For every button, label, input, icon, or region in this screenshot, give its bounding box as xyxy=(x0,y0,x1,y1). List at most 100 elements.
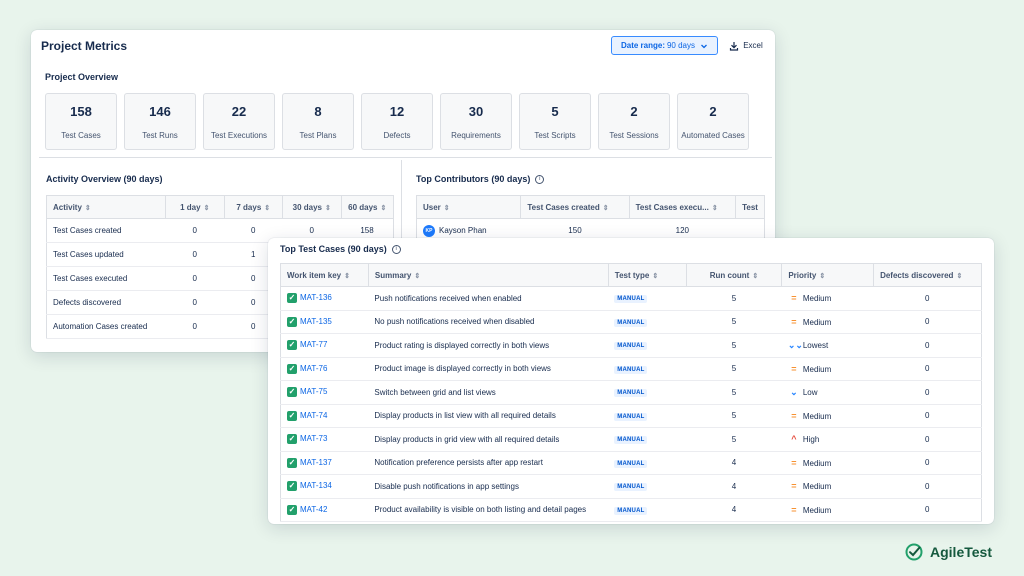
column-header[interactable]: User ⇕ xyxy=(416,195,521,219)
info-icon[interactable]: i xyxy=(391,245,401,255)
column-header[interactable]: Test Cases created ⇕ xyxy=(520,195,630,219)
work-item-key-link[interactable]: MAT-134 xyxy=(300,481,332,490)
column-header-label: 7 days xyxy=(236,202,262,212)
test-case-icon: ✓ xyxy=(287,410,297,421)
column-header-label: Work item key xyxy=(287,270,342,280)
work-item-cell: ✓ MAT-137 xyxy=(280,451,369,475)
test-type-cell: MANUAL xyxy=(608,357,687,381)
summary-cell: Product availability is visible on both … xyxy=(368,498,609,522)
user-name: Kayson Phan xyxy=(439,225,487,235)
metric-card[interactable]: 12 Defects xyxy=(361,93,433,150)
column-header-label: User xyxy=(423,202,441,212)
work-item-key-link[interactable]: MAT-76 xyxy=(300,364,327,373)
column-header-label: Defects discovered xyxy=(880,270,954,280)
avatar: KP xyxy=(423,224,435,237)
table-row[interactable]: ✓ MAT-135 No push notifications received w… xyxy=(280,310,982,334)
metric-card[interactable]: 146 Test Runs xyxy=(124,93,196,150)
column-header[interactable]: Summary ⇕ xyxy=(367,263,609,287)
table-row[interactable]: ✓ MAT-77 Product rating is displayed corre… xyxy=(280,333,982,358)
metric-label: Test Scripts xyxy=(534,130,576,140)
column-header-label: Summary xyxy=(374,270,412,280)
metric-value: 2 xyxy=(709,103,717,119)
metric-card[interactable]: 22 Test Executions xyxy=(203,93,275,150)
metric-card[interactable]: 2 Test Sessions xyxy=(598,93,670,150)
work-item-cell: ✓ MAT-75 xyxy=(280,380,369,405)
metric-card[interactable]: 2 Automated Cases xyxy=(677,93,749,150)
table-row[interactable]: ✓ MAT-74 Display products in list view wit… xyxy=(280,404,982,428)
table-row[interactable]: ✓ MAT-134 Disable push notifications in ap… xyxy=(280,474,982,499)
table-row[interactable]: ✓ MAT-76 Product image is displayed correc… xyxy=(280,357,982,381)
column-header[interactable]: Test Cases execu... ⇕ xyxy=(628,195,736,219)
work-item-key-link[interactable]: MAT-135 xyxy=(300,317,332,326)
column-header[interactable]: 7 days ⇕ xyxy=(223,195,283,219)
metric-value: 2 xyxy=(630,103,638,119)
column-header[interactable]: 60 days ⇕ xyxy=(340,195,394,219)
work-item-key-link[interactable]: MAT-42 xyxy=(300,505,327,514)
column-header[interactable]: Work item key ⇕ xyxy=(280,263,369,287)
work-item-key-link[interactable]: MAT-136 xyxy=(300,293,332,302)
column-header[interactable]: Defects discovered ⇕ xyxy=(873,263,982,287)
work-item-cell: ✓ MAT-73 xyxy=(280,427,369,452)
sort-icon: ⇕ xyxy=(443,204,450,212)
test-case-icon: ✓ xyxy=(287,481,297,492)
column-header-label: 1 day xyxy=(180,202,201,212)
test-type-cell: MANUAL xyxy=(608,451,687,475)
priority-cell: = Medium xyxy=(781,286,874,311)
top-contributors-heading: Top Contributors (90 days) i xyxy=(416,174,545,185)
agiletest-logo: AgileTest xyxy=(905,543,992,561)
metric-card[interactable]: 5 Test Scripts xyxy=(519,93,591,150)
metric-card[interactable]: 158 Test Cases xyxy=(45,93,117,150)
work-item-key-link[interactable]: MAT-137 xyxy=(300,458,332,467)
export-excel-button[interactable]: Excel xyxy=(723,36,769,55)
test-case-icon: ✓ xyxy=(287,293,297,304)
info-icon[interactable]: i xyxy=(535,175,545,185)
priority-label: Medium xyxy=(802,364,832,374)
sort-icon: ⇕ xyxy=(264,204,271,212)
test-type-badge: MANUAL xyxy=(614,412,648,421)
run-count-cell: 4 xyxy=(686,451,782,475)
table-row[interactable]: ✓ MAT-75 Switch between grid and list view… xyxy=(280,380,982,405)
column-header[interactable]: Activity ⇕ xyxy=(46,195,166,219)
page-title: Project Metrics xyxy=(41,39,128,53)
test-case-icon: ✓ xyxy=(287,340,297,351)
priority-cell: = Medium xyxy=(781,451,874,475)
column-header[interactable]: Test xyxy=(735,195,765,219)
summary-cell: No push notifications received when disa… xyxy=(368,310,609,334)
test-case-icon: ✓ xyxy=(287,504,297,515)
column-header[interactable]: Run count ⇕ xyxy=(685,263,782,287)
priority-label: Medium xyxy=(802,505,832,515)
top-contributors-title: Top Contributors (90 days) xyxy=(416,174,531,184)
column-header-label: 60 days xyxy=(348,202,378,212)
priority-icon: = xyxy=(791,410,797,421)
defects-cell: 0 xyxy=(873,451,982,475)
work-item-key-link[interactable]: MAT-75 xyxy=(300,387,327,396)
run-count-cell: 4 xyxy=(686,498,782,522)
work-item-key-link[interactable]: MAT-73 xyxy=(300,434,327,443)
test-type-badge: MANUAL xyxy=(614,365,648,374)
date-range-button[interactable]: Date range: 90 days xyxy=(611,36,718,55)
column-header-label: Test xyxy=(742,202,758,212)
metric-value: 158 xyxy=(70,103,92,119)
column-header[interactable]: Priority ⇕ xyxy=(781,263,874,287)
work-item-key-link[interactable]: MAT-77 xyxy=(300,340,327,349)
table-row[interactable]: ✓ MAT-137 Notification preference persists… xyxy=(280,451,982,475)
priority-label: Medium xyxy=(802,482,832,492)
work-item-key-link[interactable]: MAT-74 xyxy=(300,411,327,420)
column-header[interactable]: Test type ⇕ xyxy=(607,263,687,287)
sort-icon: ⇕ xyxy=(752,272,759,280)
column-header-label: 30 days xyxy=(292,202,322,212)
column-header[interactable]: 1 day ⇕ xyxy=(165,195,225,219)
table-cell: Automation Cases created xyxy=(46,314,166,339)
metric-card[interactable]: 8 Test Plans xyxy=(282,93,354,150)
column-header[interactable]: 30 days ⇕ xyxy=(282,195,342,219)
column-header-label: Test type xyxy=(614,270,650,280)
brand-name: AgileTest xyxy=(930,544,992,560)
test-type-cell: MANUAL xyxy=(608,427,687,452)
defects-cell: 0 xyxy=(873,427,982,452)
table-row[interactable]: ✓ MAT-42 Product availability is visible o… xyxy=(280,498,982,522)
metric-card[interactable]: 30 Requirements xyxy=(440,93,512,150)
table-row[interactable]: ✓ MAT-136 Push notifications received when… xyxy=(280,286,982,311)
column-header-label: Test Cases created xyxy=(527,202,600,212)
table-row[interactable]: ✓ MAT-73 Display products in grid view wit… xyxy=(280,427,982,452)
defects-cell: 0 xyxy=(873,498,982,522)
